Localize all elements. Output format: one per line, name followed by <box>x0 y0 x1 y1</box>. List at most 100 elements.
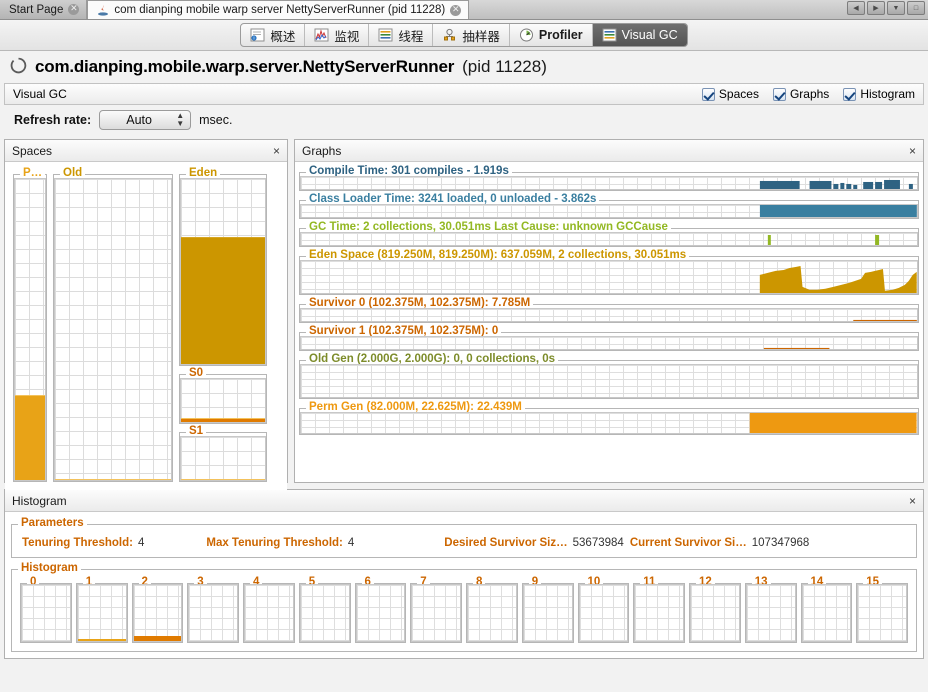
refresh-rate-spinner[interactable]: Auto ▲ ▼ <box>99 110 192 130</box>
survivor-1-series <box>763 347 830 349</box>
histogram-panel: Histogram × Parameters Tenuring Threshol… <box>4 489 924 659</box>
histogram-cell-grid <box>76 584 127 642</box>
space-meter-old[interactable]: Old <box>53 167 173 482</box>
histogram-cell-3[interactable]: 3 <box>187 576 239 643</box>
histogram-cell-10[interactable]: 10 <box>577 576 630 643</box>
graph-canvas <box>300 364 918 398</box>
histogram-cell-8[interactable]: 8 <box>466 576 518 643</box>
histogram-cell-12[interactable]: 12 <box>689 576 741 643</box>
checkbox-spaces[interactable]: Spaces <box>701 87 759 101</box>
document-tab-netty-server-runner[interactable]: com dianping mobile warp server NettySer… <box>87 0 470 19</box>
param-desired-survivor-size: Desired Survivor Siz… 53673984 <box>444 537 624 549</box>
meter-fill <box>181 479 265 480</box>
close-icon[interactable]: × <box>909 494 916 508</box>
graph-old-gen[interactable]: Old Gen (2.000G, 2.000G): 0, 0 collectio… <box>299 353 919 399</box>
sampler-icon <box>442 28 457 42</box>
main-content-area: Spaces × P… Old Eden S0 S1 Graphs × Comp… <box>0 135 928 490</box>
tab-monitor[interactable]: 监视 <box>305 24 370 46</box>
histogram-cell-grid <box>355 584 406 642</box>
tab-profiler[interactable]: Profiler <box>510 24 593 46</box>
close-icon[interactable]: ✕ <box>450 4 462 16</box>
histogram-cell-7[interactable]: 7 <box>410 576 462 643</box>
checkbox-checked-icon[interactable] <box>701 87 715 101</box>
histogram-cell-1[interactable]: 1 <box>75 576 128 643</box>
space-meter-bar <box>180 436 266 481</box>
graphs-panel: Graphs × Compile Time: 301 compiles - 1.… <box>294 139 924 483</box>
graph-survivor-1[interactable]: Survivor 1 (102.375M, 102.375M): 0 <box>299 325 919 351</box>
space-meter-s0[interactable]: S0 <box>179 367 267 424</box>
panel-title-label: Graphs <box>302 143 342 158</box>
histogram-cell-4[interactable]: 4 <box>243 576 295 643</box>
checkbox-graphs[interactable]: Graphs <box>772 87 830 101</box>
visual-gc-toggles: Spaces Graphs Histogram <box>701 87 915 101</box>
close-icon[interactable]: × <box>273 144 280 158</box>
prev-arrow-icon[interactable]: ◀ <box>847 1 865 15</box>
histogram-cell-15[interactable]: 15 <box>856 576 908 643</box>
histogram-cell-grid <box>411 584 461 642</box>
close-icon[interactable]: × <box>909 144 916 158</box>
graph-canvas <box>300 232 918 246</box>
checkbox-checked-icon[interactable] <box>772 87 786 101</box>
histogram-cell-14[interactable]: 14 <box>800 576 853 643</box>
spinner-arrows-icon[interactable]: ▲ ▼ <box>176 112 184 128</box>
close-icon[interactable]: ✕ <box>68 4 80 15</box>
histogram-cell-5[interactable]: 5 <box>298 576 351 643</box>
histogram-cell-bar <box>77 639 126 641</box>
parameters-group: Parameters Tenuring Threshold: 4 Max Ten… <box>11 517 917 558</box>
graph-gc-time[interactable]: GC Time: 2 collections, 30.051ms Last Ca… <box>299 221 919 247</box>
graph-compile-time[interactable]: Compile Time: 301 compiles - 1.919s <box>299 165 919 191</box>
spaces-panel-title-bar: Spaces × <box>5 140 287 162</box>
param-key: Desired Survivor Siz… <box>444 536 568 549</box>
graphs-panel-title-bar: Graphs × <box>295 140 923 162</box>
next-arrow-icon[interactable]: ▶ <box>867 1 885 15</box>
parameters-group-label: Parameters <box>18 517 87 529</box>
monitor-icon <box>314 28 329 42</box>
maximize-icon[interactable]: □ <box>907 1 925 15</box>
graph-canvas <box>300 204 918 218</box>
meter-grid <box>180 436 266 481</box>
space-meter-s1[interactable]: S1 <box>179 425 267 482</box>
dropdown-arrow-icon[interactable]: ▼ <box>887 1 905 15</box>
loading-spinner-icon <box>10 57 27 77</box>
histogram-cell-grid <box>244 584 294 642</box>
graph-survivor-0[interactable]: Survivor 0 (102.375M, 102.375M): 7.785M <box>299 297 919 323</box>
graph-class-loader-time[interactable]: Class Loader Time: 3241 loaded, 0 unload… <box>299 193 919 219</box>
graph-perm-gen[interactable]: Perm Gen (82.000M, 22.625M): 22.439M <box>299 401 919 435</box>
histogram-cell-grid <box>132 584 183 642</box>
checkbox-label: Graphs <box>789 87 830 101</box>
checkbox-histogram[interactable]: Histogram <box>843 87 915 101</box>
graph-eden-space[interactable]: Eden Space (819.250M, 819.250M): 637.059… <box>299 249 919 295</box>
space-meter-perm[interactable]: P… <box>13 167 47 482</box>
histogram-cell-13[interactable]: 13 <box>744 576 797 643</box>
space-meter-eden[interactable]: Eden <box>179 167 267 366</box>
histogram-cell-0[interactable]: 0 <box>20 576 72 643</box>
histogram-panel-body: Parameters Tenuring Threshold: 4 Max Ten… <box>5 512 923 658</box>
tab-overview[interactable]: i 概述 <box>241 24 306 46</box>
param-key: Tenuring Threshold: <box>22 536 133 549</box>
histogram-panel-title-bar: Histogram × <box>5 490 923 512</box>
histogram-cell-grid <box>467 584 517 642</box>
param-value: 4 <box>137 536 145 549</box>
tab-label: Profiler <box>538 28 583 42</box>
tab-visual-gc[interactable]: Visual GC <box>592 24 687 46</box>
checkbox-checked-icon[interactable] <box>843 87 857 101</box>
histogram-cell-grid <box>690 584 740 642</box>
page-title: com.dianping.mobile.warp.server.NettySer… <box>35 57 455 76</box>
histogram-cell-grid <box>801 584 852 642</box>
document-tab-start-page[interactable]: Start Page ✕ <box>0 0 88 19</box>
checkbox-label: Histogram <box>860 87 915 101</box>
histogram-cell-6[interactable]: 6 <box>354 576 407 643</box>
histogram-cell-2[interactable]: 2 <box>131 576 184 643</box>
tab-sampler[interactable]: 抽样器 <box>433 24 510 46</box>
tab-label: 抽样器 <box>462 29 500 44</box>
eden-space-series <box>759 265 917 293</box>
view-tab-bar: i 概述 监视 线程 抽样器 Profiler Visual GC <box>0 20 928 51</box>
panel-title-label: Histogram <box>12 493 67 508</box>
meter-fill <box>15 395 45 480</box>
checkbox-label: Spaces <box>718 87 759 101</box>
histogram-group: Histogram 0 1 2 3 4 5 6 7 8 9 10 11 12 1… <box>11 562 917 652</box>
tab-threads[interactable]: 线程 <box>369 24 434 46</box>
tab-label: 线程 <box>398 29 424 44</box>
histogram-cell-9[interactable]: 9 <box>521 576 574 643</box>
histogram-cell-11[interactable]: 11 <box>633 576 685 643</box>
